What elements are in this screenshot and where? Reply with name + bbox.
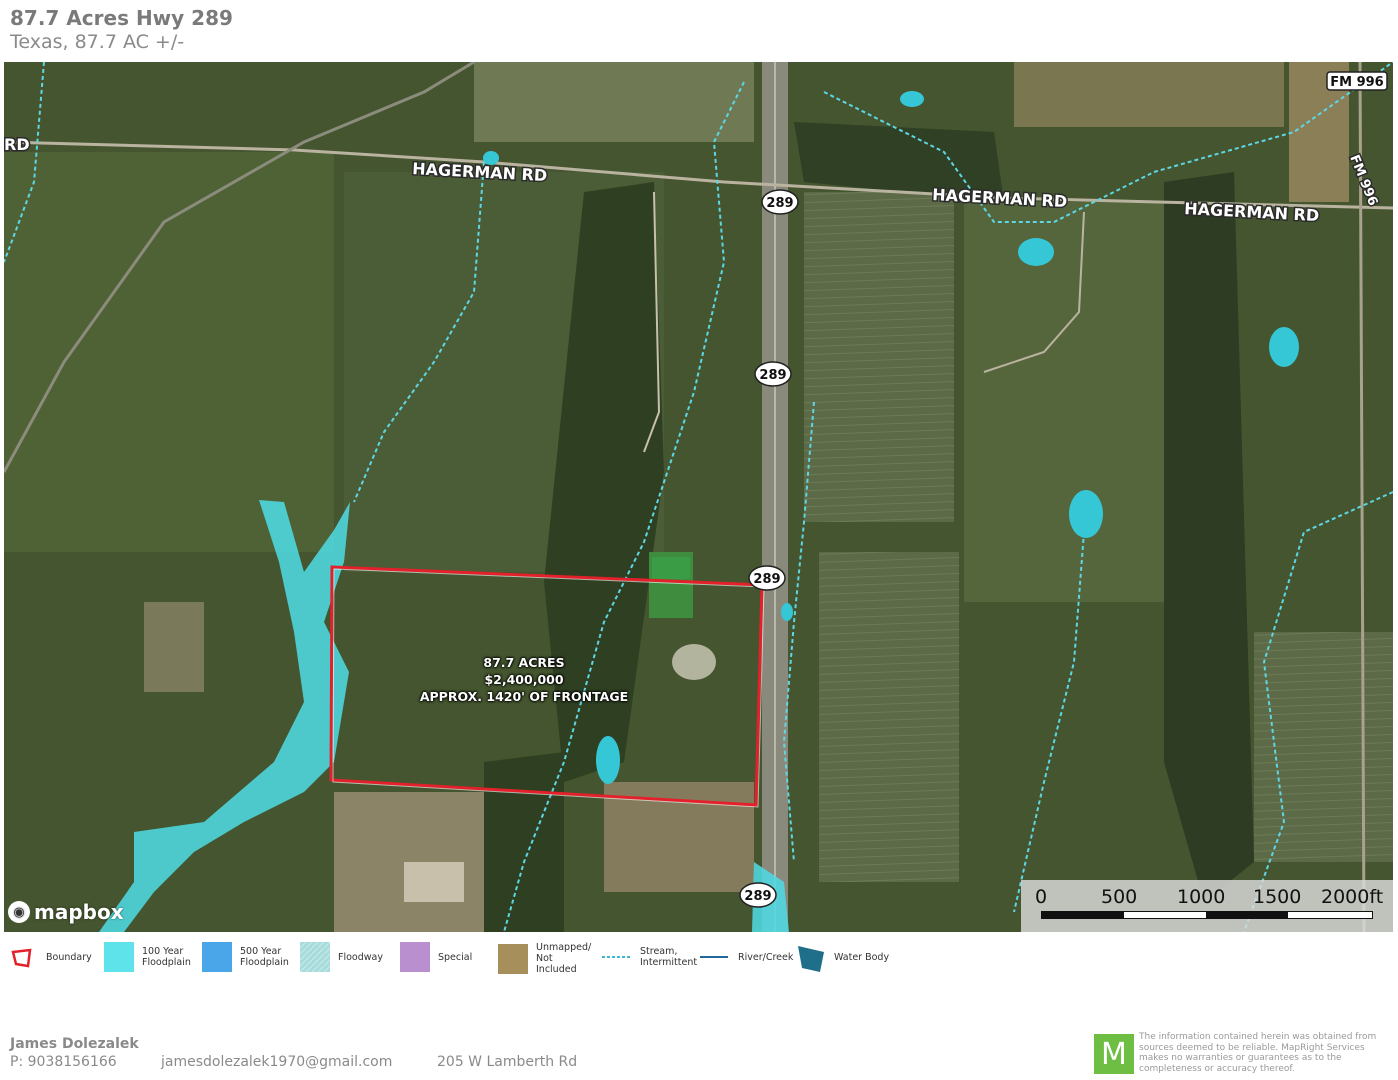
scale-bar: 0 500 1000 1500 2000ft	[1021, 880, 1393, 932]
field-furrowed-1	[804, 192, 954, 522]
clearing	[672, 644, 716, 680]
scale-label-1000: 1000	[1177, 886, 1226, 908]
boundary-icon	[11, 948, 32, 968]
agent-name: James Dolezalek	[10, 1036, 139, 1052]
river-icon	[700, 956, 728, 958]
road-label-rd: RD	[4, 135, 30, 154]
legend-label-special: Special	[438, 951, 473, 963]
legend-label-water-body: Water Body	[834, 951, 890, 963]
agent-phone[interactable]: P: 9038156166	[10, 1054, 117, 1070]
legend-label-river: River/Creek	[738, 951, 794, 963]
legend-item-river: River/Creek	[700, 942, 793, 972]
unmapped-swatch	[498, 943, 528, 974]
legend-item-stream: Stream, Intermittent	[602, 942, 698, 972]
field-top	[474, 62, 754, 142]
fm996-shield: FM 996	[1326, 71, 1388, 91]
water-body-icon	[798, 946, 824, 972]
scale-label-1500: 1500	[1253, 886, 1302, 908]
water-body-6	[781, 603, 793, 621]
parcel-frontage: APPROX. 1420' OF FRONTAGE	[419, 689, 629, 704]
water-body-1	[1018, 238, 1054, 266]
field-east	[964, 202, 1164, 602]
page-subtitle: Texas, 87.7 AC +/-	[10, 31, 185, 53]
mapbox-text: mapbox	[34, 900, 124, 924]
scale-bar-graphic	[1041, 911, 1373, 919]
page-title: 87.7 Acres Hwy 289	[10, 6, 233, 30]
floodplain-500-swatch	[202, 942, 232, 972]
parcel-label: 87.7 ACRES $2,400,000 APPROX. 1420' OF F…	[404, 654, 644, 705]
mapright-logo: M	[1094, 1034, 1134, 1074]
water-body-4	[596, 736, 620, 784]
scale-label-0: 0	[1035, 886, 1048, 908]
field-nw	[4, 152, 334, 552]
svg-text:FM 996: FM 996	[1330, 75, 1383, 90]
map-canvas: RD HAGERMAN RD HAGERMAN RD HAGERMAN RD F…	[4, 62, 1393, 932]
legend-label-floodway: Floodway	[338, 951, 383, 963]
satellite-map[interactable]: RD HAGERMAN RD HAGERMAN RD HAGERMAN RD F…	[4, 62, 1393, 932]
disclaimer-text: The information contained herein was obt…	[1139, 1032, 1377, 1074]
stream-icon	[602, 956, 632, 958]
highway-shield-289-2: 289	[754, 361, 792, 387]
legend-label-boundary: Boundary	[46, 951, 92, 963]
legend-item-floodway: Floodway	[300, 942, 383, 972]
field-se	[1254, 632, 1393, 862]
legend-item-100yr: 100 Year Floodplain	[104, 942, 192, 972]
legend-item-unmapped: Unmapped/ Not Included	[498, 942, 596, 975]
legend-item-boundary: Boundary	[8, 942, 92, 972]
map-legend: Boundary 100 Year Floodplain 500 Year Fl…	[0, 942, 1398, 982]
water-body-2	[1269, 327, 1299, 367]
parcel-price: $2,400,000	[484, 672, 564, 687]
legend-item-special: Special	[400, 942, 472, 972]
highway-shield-289-4: 289	[739, 882, 777, 908]
trees-south	[484, 752, 564, 932]
legend-label-stream: Stream, Intermittent	[640, 946, 698, 968]
legend-item-water-body: Water Body	[796, 942, 889, 972]
legend-label-500yr: 500 Year Floodplain	[240, 946, 289, 968]
field-sw-grove	[144, 602, 204, 692]
water-body-3	[1069, 490, 1103, 538]
structures-south	[404, 862, 464, 902]
water-body-5	[900, 91, 924, 107]
svg-text:289: 289	[766, 196, 793, 211]
special-swatch	[400, 942, 430, 972]
legend-label-100yr: 100 Year Floodplain	[142, 946, 191, 968]
mapbox-attribution[interactable]: ◉ mapbox	[8, 900, 124, 924]
highway-shield-289-3: 289	[748, 565, 786, 591]
legend-item-500yr: 500 Year Floodplain	[202, 942, 290, 972]
svg-text:289: 289	[753, 572, 780, 587]
scale-label-2000: 2000ft	[1321, 886, 1384, 908]
svg-text:289: 289	[759, 368, 786, 383]
mapbox-logo-icon: ◉	[8, 901, 30, 923]
svg-text:289: 289	[744, 889, 771, 904]
agent-email[interactable]: jamesdolezalek1970@gmail.com	[161, 1054, 392, 1070]
field-furrowed-2	[819, 552, 959, 882]
scale-label-500: 500	[1101, 886, 1138, 908]
legend-label-unmapped: Unmapped/ Not Included	[536, 942, 592, 975]
floodway-swatch	[300, 942, 330, 972]
highway-shield-289-1: 289	[761, 189, 799, 215]
agent-address: 205 W Lamberth Rd	[437, 1054, 578, 1070]
field-ne	[1014, 62, 1284, 127]
floodplain-100-swatch	[104, 942, 134, 972]
parcel-acres: 87.7 ACRES	[483, 655, 565, 670]
